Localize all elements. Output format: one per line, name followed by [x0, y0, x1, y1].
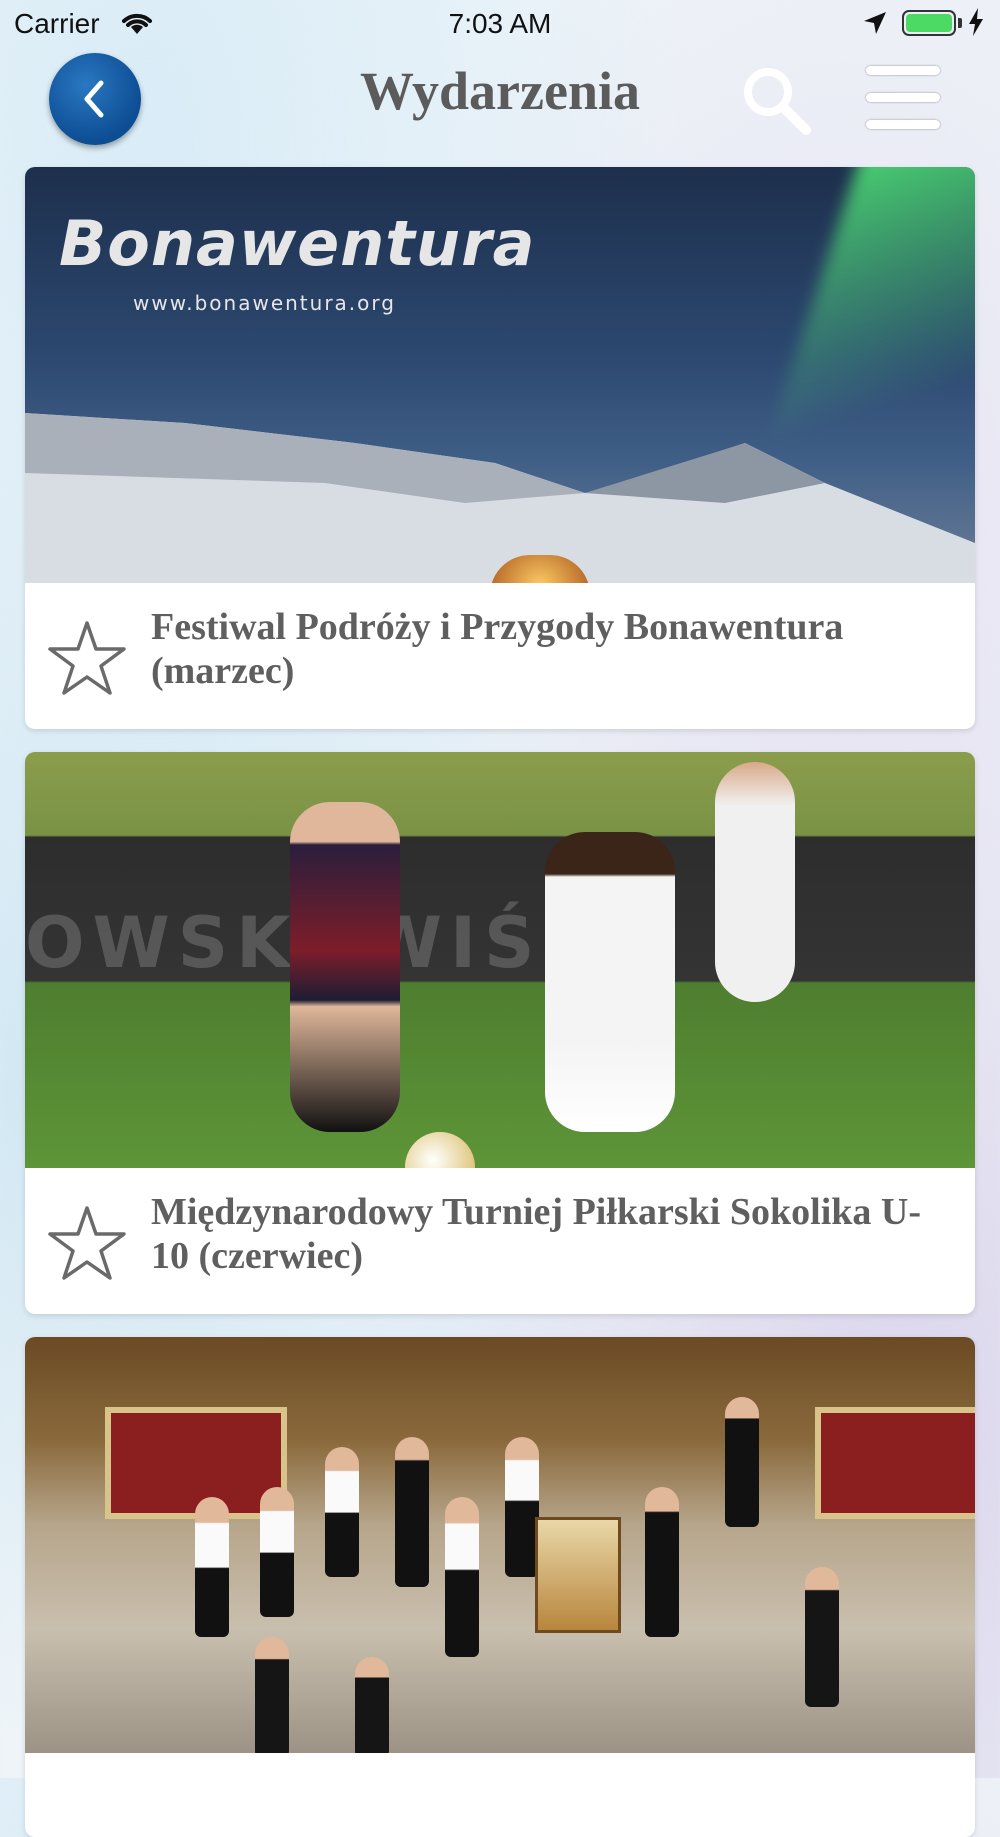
musician-shape: [645, 1487, 679, 1637]
event-card[interactable]: Bonawentura www.bonawentura.org Festiwal…: [25, 167, 975, 729]
event-image-logo: Bonawentura: [59, 207, 536, 280]
event-card[interactable]: OWSKI WIŚNI Międzynarodowy Turniej Piłka…: [25, 752, 975, 1314]
musician-shape: [325, 1447, 359, 1577]
event-image[interactable]: [25, 1337, 975, 1753]
battery-cap: [958, 18, 962, 28]
musician-shape: [260, 1487, 294, 1617]
clock: 7:03 AM: [448, 8, 552, 39]
audience-shape: [805, 1567, 839, 1707]
event-image-url: www.bonawentura.org: [133, 291, 396, 315]
star-icon[interactable]: [47, 1204, 127, 1282]
battery-level: [906, 14, 952, 32]
harpsichord-shape: [535, 1517, 621, 1633]
menu-line: [866, 93, 940, 102]
mountains-shape: [25, 413, 975, 583]
charging-bolt-icon: [968, 8, 984, 41]
star-icon[interactable]: [47, 619, 127, 697]
player-shape: [545, 832, 675, 1132]
status-bar: Carrier 7:03 AM: [0, 0, 1000, 50]
event-footer: Międzynarodowy Turniej Piłkarski Sokolik…: [25, 1168, 975, 1314]
altar-shape: [815, 1407, 975, 1519]
musician-shape: [505, 1437, 539, 1577]
event-image[interactable]: Bonawentura www.bonawentura.org: [25, 167, 975, 583]
chevron-left-icon: [84, 80, 104, 118]
audience-shape: [255, 1637, 289, 1753]
event-footer: Festiwal Podróży i Przygody Bonawentura …: [25, 583, 975, 729]
event-title[interactable]: Festiwal Podróży i Przygody Bonawentura …: [151, 605, 951, 693]
location-arrow-icon: [862, 10, 888, 41]
event-image[interactable]: OWSKI WIŚNI: [25, 752, 975, 1168]
event-footer: [25, 1753, 975, 1837]
menu-line: [866, 120, 940, 129]
player-shape: [290, 802, 400, 1132]
page-title: Wydarzenia: [360, 61, 640, 121]
ball-shape: [405, 1132, 475, 1168]
search-icon: [744, 68, 811, 135]
musician-shape: [725, 1397, 759, 1527]
audience-shape: [355, 1657, 389, 1753]
event-title[interactable]: Międzynarodowy Turniej Piłkarski Sokolik…: [151, 1190, 951, 1278]
musician-shape: [445, 1497, 479, 1657]
hamburger-menu-icon: [866, 66, 940, 75]
musician-shape: [195, 1497, 229, 1637]
battery-icon: [902, 10, 956, 36]
event-card[interactable]: [25, 1337, 975, 1837]
menu-button[interactable]: [866, 64, 942, 134]
musician-shape: [395, 1437, 429, 1587]
back-button[interactable]: [49, 53, 141, 145]
search-button[interactable]: [738, 62, 814, 138]
player-shape: [715, 762, 795, 1002]
